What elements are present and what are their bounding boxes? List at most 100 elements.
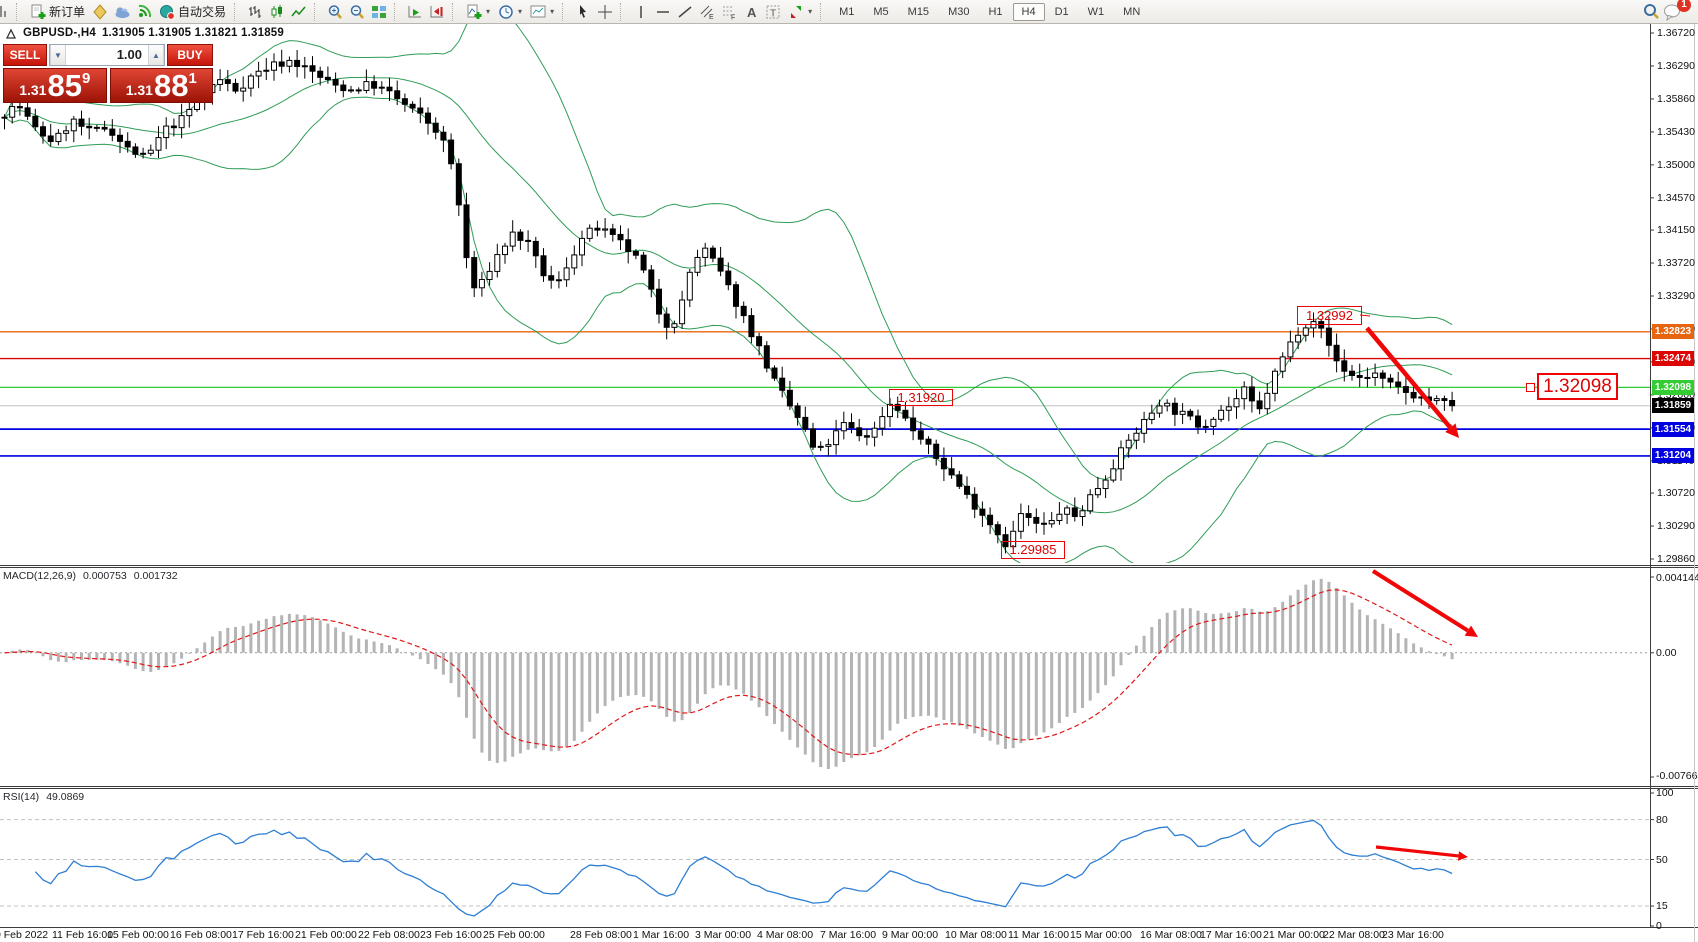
arrows-icon xyxy=(788,4,804,20)
timeframe-MN[interactable]: MN xyxy=(1114,3,1149,21)
arrows-tool-button[interactable]: ▾ xyxy=(784,2,816,22)
text-label-icon: T xyxy=(765,4,781,20)
timeframe-H4[interactable]: H4 xyxy=(1013,3,1045,21)
auto-scroll-button[interactable] xyxy=(404,2,426,22)
chart-canvas[interactable] xyxy=(0,0,1698,942)
sell-price[interactable]: 1.31859 xyxy=(3,68,107,103)
sell-price-pip: 9 xyxy=(82,70,90,87)
timeframe-H1[interactable]: H1 xyxy=(979,3,1011,21)
buy-price-main: 88 xyxy=(154,69,188,102)
rsi-value: 49.0869 xyxy=(46,791,84,803)
tile-windows-button[interactable] xyxy=(368,2,390,22)
timeframe-W1[interactable]: W1 xyxy=(1079,3,1114,21)
crosshair-tool-button[interactable] xyxy=(594,2,616,22)
zoom-in-icon xyxy=(327,4,343,20)
dropdown-caret-icon: ▾ xyxy=(486,7,490,16)
timeframe-M30[interactable]: M30 xyxy=(939,3,978,21)
sell-button[interactable]: SELL xyxy=(3,44,47,66)
charts-button[interactable] xyxy=(0,2,12,22)
signals-button[interactable] xyxy=(133,2,155,22)
new-order-button[interactable]: 新订单 xyxy=(26,2,89,22)
symbol-period-label: GBPUSD-,H4 xyxy=(23,27,96,39)
rsi-name: RSI(14) xyxy=(3,791,39,803)
volume-control: ▼ 1.00 ▲ xyxy=(49,44,165,66)
mt4-window: 新订单 自动交易 ▾ xyxy=(0,0,1698,942)
bar-chart-mode-button[interactable] xyxy=(244,2,266,22)
candlestick-mode-button[interactable] xyxy=(266,2,288,22)
svg-text:E: E xyxy=(709,14,714,20)
zoom-out-icon xyxy=(349,4,365,20)
indicators-menu-button[interactable]: ▾ xyxy=(462,2,494,22)
chat-button[interactable]: 1 xyxy=(1662,2,1684,22)
channel-icon: E xyxy=(699,4,715,20)
signals-icon xyxy=(136,4,152,20)
toolbar-separator xyxy=(452,3,459,21)
zoom-in-button[interactable] xyxy=(324,2,346,22)
main-toolbar: 新订单 自动交易 ▾ xyxy=(0,0,1698,24)
text-icon: A xyxy=(743,4,759,20)
cloud-icon xyxy=(114,4,131,20)
auto-trading-label: 自动交易 xyxy=(178,3,226,20)
timeframe-M15[interactable]: M15 xyxy=(899,3,938,21)
macd-name: MACD(12,26,9) xyxy=(3,570,76,582)
market-cloud-button[interactable] xyxy=(111,2,133,22)
buy-price[interactable]: 1.31881 xyxy=(110,68,214,103)
equidistant-channel-tool-button[interactable]: E xyxy=(696,2,718,22)
sell-price-main: 85 xyxy=(47,69,81,102)
trendline-icon xyxy=(677,4,693,20)
search-icon xyxy=(1643,3,1660,20)
svg-text:T: T xyxy=(770,8,776,19)
chart-shift-button[interactable] xyxy=(426,2,448,22)
clock-icon xyxy=(498,4,514,20)
templates-menu-button[interactable]: ▾ xyxy=(526,2,558,22)
tile-windows-icon xyxy=(371,4,387,20)
text-tool-button[interactable]: A xyxy=(740,2,762,22)
toolbar-separator xyxy=(314,3,321,21)
chart-corner-icon xyxy=(6,28,17,39)
timeframe-M1[interactable]: M1 xyxy=(830,3,863,21)
auto-trading-icon xyxy=(159,4,175,20)
auto-trading-button[interactable]: 自动交易 xyxy=(155,2,230,22)
macd-main-value: 0.000753 xyxy=(83,570,127,582)
zoom-out-button[interactable] xyxy=(346,2,368,22)
toolbar-separator xyxy=(620,3,627,21)
search-button[interactable] xyxy=(1640,2,1662,22)
dropdown-caret-icon: ▾ xyxy=(518,7,522,16)
text-label-tool-button[interactable]: T xyxy=(762,2,784,22)
line-chart-icon xyxy=(291,4,307,20)
timeframe-toolbar: M1M5M15M30H1H4D1W1MN xyxy=(830,3,1149,21)
fibonacci-icon: F xyxy=(721,4,737,20)
timeframe-M5[interactable]: M5 xyxy=(864,3,897,21)
one-click-trading-panel: SELL ▼ 1.00 ▲ BUY 1.31859 1.31881 xyxy=(3,44,213,103)
line-chart-mode-button[interactable] xyxy=(288,2,310,22)
volume-increase-button[interactable]: ▲ xyxy=(148,45,164,65)
macd-label: MACD(12,26,9) 0.000753 0.001732 xyxy=(3,570,178,582)
template-icon xyxy=(530,4,546,20)
trendline-tool-button[interactable] xyxy=(674,2,696,22)
horizontal-line-tool-button[interactable] xyxy=(652,2,674,22)
svg-text:F: F xyxy=(731,14,735,20)
crosshair-icon xyxy=(597,4,613,20)
chart-shift-icon xyxy=(429,4,445,20)
ohlc-values: 1.31905 1.31905 1.31821 1.31859 xyxy=(102,27,284,39)
volume-input[interactable]: 1.00 xyxy=(66,45,148,65)
chart-title: GBPUSD-,H4 1.31905 1.31905 1.31821 1.318… xyxy=(6,27,284,39)
macd-signal-value: 0.001732 xyxy=(134,570,178,582)
svg-text:A: A xyxy=(747,5,757,20)
volume-decrease-button[interactable]: ▼ xyxy=(50,45,66,65)
vertical-line-tool-button[interactable] xyxy=(630,2,652,22)
metaeditor-button[interactable] xyxy=(89,2,111,22)
buy-button[interactable]: BUY xyxy=(167,44,213,66)
cursor-icon xyxy=(575,4,591,20)
dropdown-caret-icon: ▾ xyxy=(808,7,812,16)
new-order-label: 新订单 xyxy=(49,3,85,20)
fibonacci-tool-button[interactable]: F xyxy=(718,2,740,22)
cursor-tool-button[interactable] xyxy=(572,2,594,22)
new-order-icon xyxy=(30,4,46,20)
periods-menu-button[interactable]: ▾ xyxy=(494,2,526,22)
toolbar-separator xyxy=(234,3,241,21)
toolbar-separator xyxy=(562,3,569,21)
toolbar-separator xyxy=(394,3,401,21)
timeframe-D1[interactable]: D1 xyxy=(1046,3,1078,21)
buy-price-prefix: 1.31 xyxy=(126,82,153,98)
